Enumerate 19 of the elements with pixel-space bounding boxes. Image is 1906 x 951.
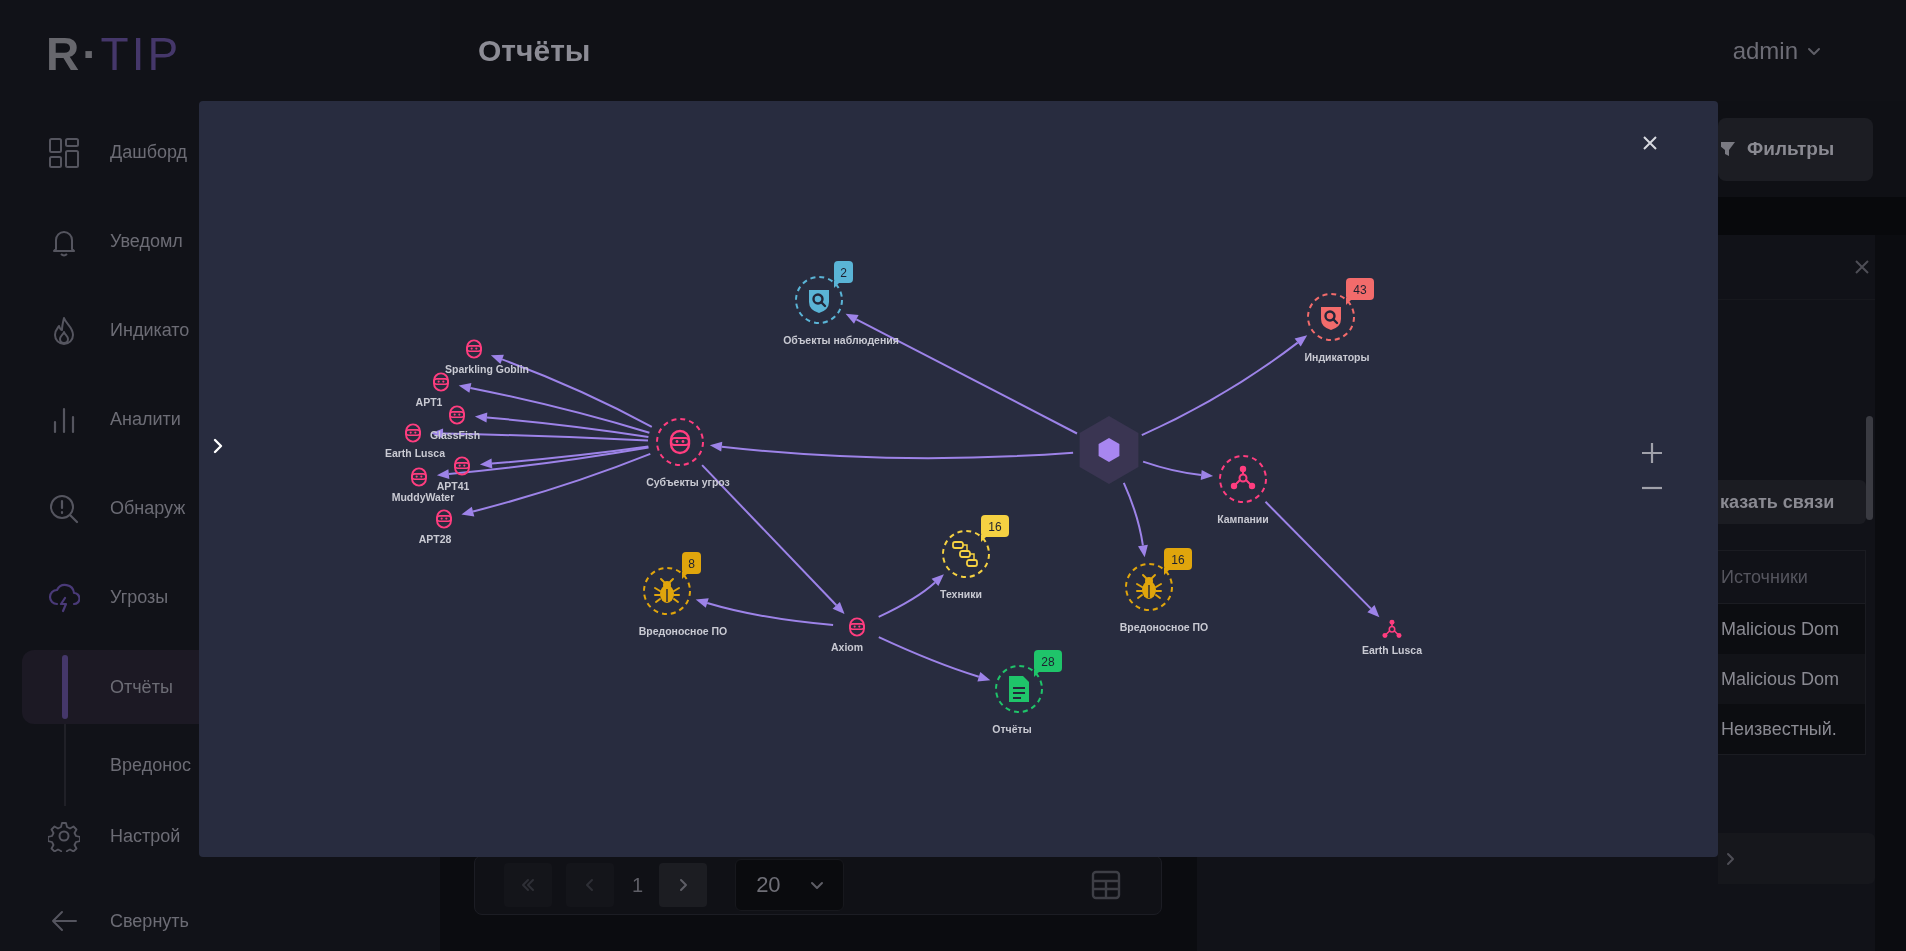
node-label: APT28 (418, 533, 452, 545)
node-label: Вредоносное ПО (1119, 621, 1209, 633)
node-label: Объекты наблюдения (783, 334, 899, 346)
logo: R·TIP (46, 27, 182, 81)
node-label: APT41 (436, 480, 470, 492)
node-label: Earth Lusca (1361, 644, 1423, 656)
table-cell: Неизвестный. (1717, 704, 1865, 754)
node-label: Axiom (830, 641, 864, 653)
node-label: Вредоносное ПО (638, 625, 728, 637)
page-title: Отчёты (478, 33, 591, 68)
node-label: Техники (940, 588, 982, 600)
node-label: Sparkling Goblin (445, 363, 529, 375)
node-label: Индикаторы (1304, 351, 1370, 363)
node-label: Earth Lusca (384, 447, 446, 459)
node-label: Кампании (1217, 513, 1269, 525)
node-label: Отчёты (992, 723, 1032, 735)
table-cell: Malicious Dom (1717, 604, 1865, 654)
node-label: MuddyWater (391, 491, 455, 503)
node-label: APT1 (415, 396, 443, 408)
